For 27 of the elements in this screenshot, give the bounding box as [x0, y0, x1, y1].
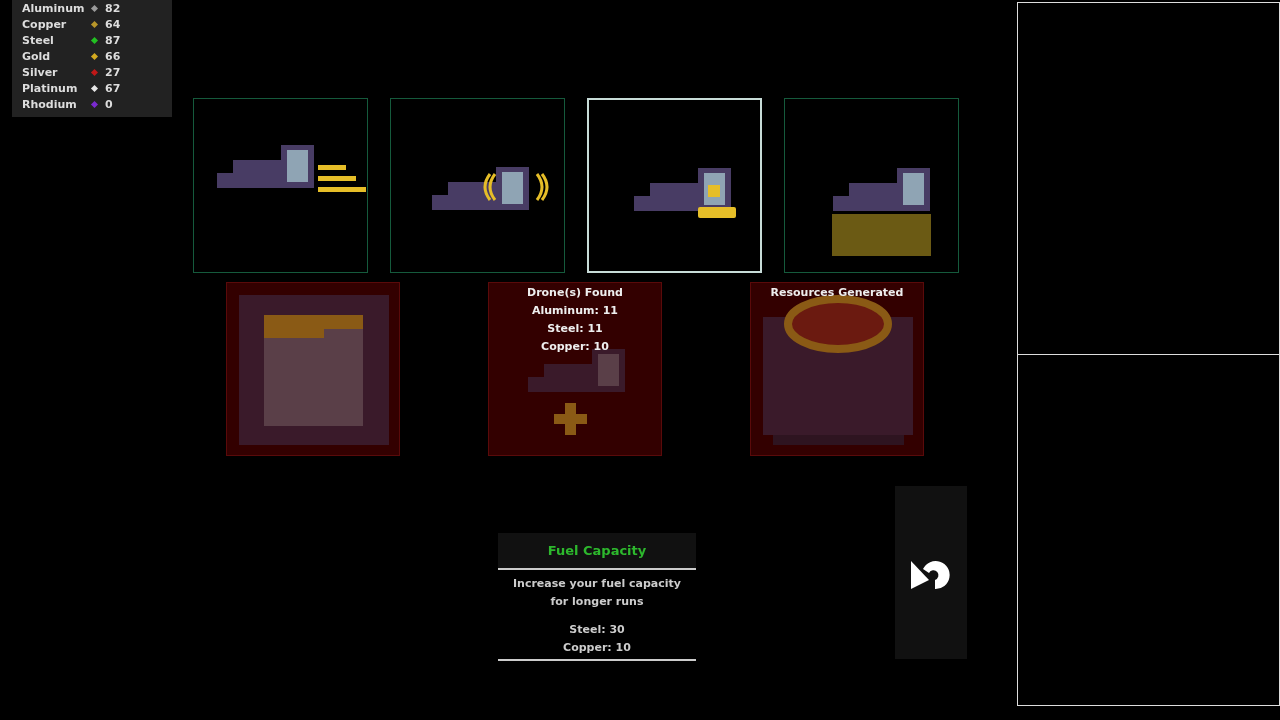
resource-count: 0 — [105, 97, 113, 111]
resource-name: Platinum — [22, 81, 79, 95]
resource-name: Copper — [22, 17, 68, 31]
cost-line: Copper: 10 — [562, 640, 632, 656]
upgrade-card[interactable] — [390, 98, 565, 273]
result-line: Copper: 10 — [541, 339, 609, 355]
tooltip-description: Increase your fuel capacity for longer runs — [511, 576, 682, 610]
tooltip-title: Fuel Capacity — [547, 543, 647, 558]
resource-count: 82 — [105, 1, 121, 15]
resource-count: 87 — [105, 33, 121, 47]
result-title: Drone(s) Found — [527, 285, 623, 301]
resource-name: Silver — [22, 65, 59, 79]
result-line: Aluminum: 11 — [532, 303, 618, 319]
resource-name: Rhodium — [22, 97, 78, 111]
resource-name: Gold — [22, 49, 52, 63]
resource-name: Steel — [22, 33, 55, 47]
resource-count: 67 — [105, 81, 121, 95]
resource-count: 27 — [105, 65, 121, 79]
upgrade-card[interactable] — [193, 98, 368, 273]
result-line: Steel: 11 — [547, 321, 603, 337]
resource-name: Aluminum — [22, 1, 86, 15]
resource-count: 64 — [105, 17, 121, 31]
resource-count: 66 — [105, 49, 121, 63]
result-title: Resources Generated — [770, 285, 904, 301]
upgrade-card[interactable] — [784, 98, 959, 273]
back-button[interactable] — [895, 486, 967, 659]
cost-line: Steel: 30 — [568, 622, 626, 638]
